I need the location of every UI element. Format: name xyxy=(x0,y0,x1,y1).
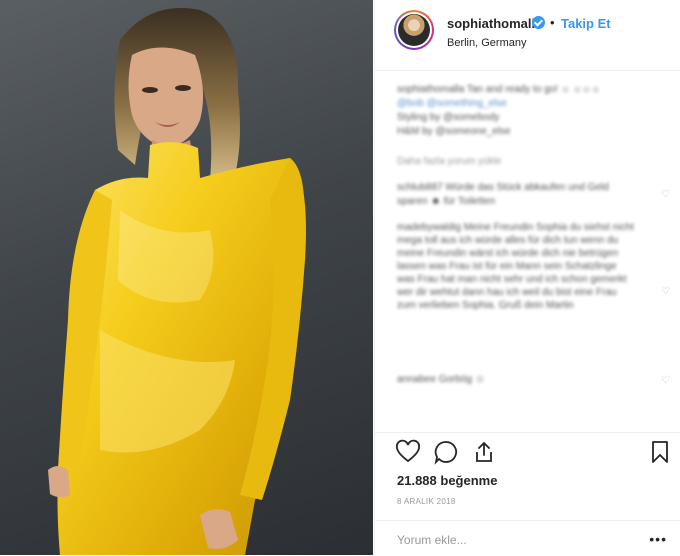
caption-blurred-line: @bob @something_else xyxy=(397,98,507,109)
comment-blurred: madebywaldig Meine Freundin Sophia du si… xyxy=(397,222,634,311)
likes-count[interactable]: 21.888 beğenme xyxy=(397,473,497,488)
username-link[interactable]: sophiathomalla xyxy=(447,16,542,31)
verified-badge-icon xyxy=(532,16,545,29)
separator-dot: • xyxy=(550,15,555,30)
comment-icon[interactable] xyxy=(433,439,459,465)
post-actions xyxy=(375,432,680,473)
add-comment-section: ••• xyxy=(375,520,680,556)
post-date[interactable]: 8 ARALIK 2018 xyxy=(397,497,456,506)
post-header: sophiathomalla • Takip Et Berlin, German… xyxy=(375,0,680,71)
comment-like-icon[interactable]: ♡ xyxy=(661,375,671,386)
comment-like-icon[interactable]: ♡ xyxy=(661,189,671,200)
more-options-icon[interactable]: ••• xyxy=(649,531,667,547)
comment-blurred: schlub887 Würde das Stück abkaufen und G… xyxy=(397,182,609,207)
comment-like-icon[interactable]: ♡ xyxy=(661,286,671,297)
heart-icon[interactable] xyxy=(395,439,421,465)
avatar[interactable] xyxy=(394,10,434,50)
post-photo[interactable] xyxy=(0,0,373,555)
location-link[interactable]: Berlin, Germany xyxy=(447,37,526,49)
share-icon[interactable] xyxy=(471,439,497,465)
caption-blurred: sophiathomalla Tan and ready to go! ☼ ☼☼… xyxy=(397,84,601,95)
comment-blurred: annabee Gorbög ☺ xyxy=(397,374,486,385)
caption-blurred-line: Styling by @somebody xyxy=(397,112,500,123)
woman-in-yellow-dress-image xyxy=(48,8,306,555)
comment-input[interactable] xyxy=(395,529,639,551)
avatar-photo xyxy=(398,14,430,46)
follow-button[interactable]: Takip Et xyxy=(561,16,611,31)
post-details-panel: sophiathomalla • Takip Et Berlin, German… xyxy=(374,0,680,555)
view-all-comments-blurred[interactable]: Daha fazla yorum yükle xyxy=(397,155,637,169)
comments-area[interactable]: sophiathomalla Tan and ready to go! ☼ ☼☼… xyxy=(375,71,680,431)
bookmark-icon[interactable] xyxy=(647,439,673,465)
caption-blurred-line: H&M by @someone_else xyxy=(397,126,511,137)
avatar-image xyxy=(396,12,432,48)
